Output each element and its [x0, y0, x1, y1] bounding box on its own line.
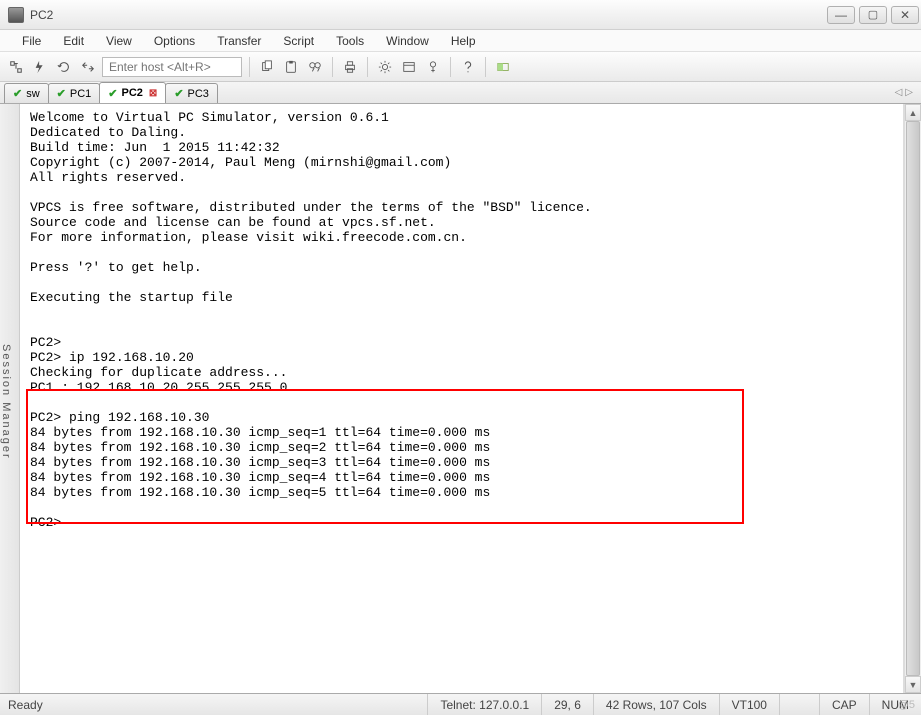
menu-file[interactable]: File — [12, 32, 51, 50]
status-bar: Ready Telnet: 127.0.0.1 29, 6 42 Rows, 1… — [0, 693, 921, 715]
menu-script[interactable]: Script — [273, 32, 324, 50]
minimize-button[interactable]: — — [827, 6, 855, 24]
session-options-icon[interactable] — [399, 57, 419, 77]
window-controls: — ▢ ✕ — [827, 6, 919, 24]
toolbar-separator — [485, 57, 486, 77]
status-caps: CAP — [820, 694, 870, 715]
session-manager-tab[interactable]: Session Manager — [0, 104, 20, 693]
status-emulation: VT100 — [720, 694, 780, 715]
tab-label: PC2 — [122, 87, 143, 99]
terminal-output: Welcome to Virtual PC Simulator, version… — [30, 110, 895, 530]
status-cursor: 29, 6 — [542, 694, 594, 715]
tab-scroll-right-icon[interactable]: ▷ — [905, 87, 913, 98]
tab-label: PC1 — [70, 88, 91, 100]
menu-tools[interactable]: Tools — [326, 32, 374, 50]
menu-help[interactable]: Help — [441, 32, 486, 50]
toggle-icon[interactable] — [493, 57, 513, 77]
toolbar-separator — [332, 57, 333, 77]
paste-icon[interactable] — [281, 57, 301, 77]
find-icon[interactable] — [305, 57, 325, 77]
status-size: 42 Rows, 107 Cols — [594, 694, 720, 715]
status-blank — [780, 694, 820, 715]
toolbar-separator — [367, 57, 368, 77]
close-tab-icon[interactable]: ⊠ — [149, 88, 157, 99]
menu-options[interactable]: Options — [144, 32, 205, 50]
body-area: Session Manager Welcome to Virtual PC Si… — [0, 104, 921, 693]
toolbar — [0, 52, 921, 82]
toolbar-separator — [249, 57, 250, 77]
terminal-pane[interactable]: Welcome to Virtual PC Simulator, version… — [20, 104, 904, 693]
check-icon: ✔ — [57, 87, 66, 100]
check-icon: ✔ — [108, 87, 117, 100]
check-icon: ✔ — [174, 87, 183, 100]
disconnect-icon[interactable] — [78, 57, 98, 77]
help-icon[interactable] — [458, 57, 478, 77]
reconnect-icon[interactable] — [54, 57, 74, 77]
menu-bar: File Edit View Options Transfer Script T… — [0, 30, 921, 52]
scroll-thumb[interactable] — [906, 121, 920, 676]
title-bar: PC2 — ▢ ✕ — [0, 0, 921, 30]
print-icon[interactable] — [340, 57, 360, 77]
menu-edit[interactable]: Edit — [53, 32, 94, 50]
status-num: NUM — [870, 694, 921, 715]
session-tab-sw[interactable]: ✔ sw — [4, 83, 49, 103]
tab-scroll-controls: ◁ ▷ — [895, 82, 913, 103]
scroll-up-icon[interactable]: ▲ — [905, 104, 921, 121]
toolbar-separator — [450, 57, 451, 77]
app-icon — [8, 7, 24, 23]
menu-transfer[interactable]: Transfer — [207, 32, 271, 50]
maximize-button[interactable]: ▢ — [859, 6, 887, 24]
host-input[interactable] — [102, 57, 242, 77]
session-tab-pc1[interactable]: ✔ PC1 — [48, 83, 101, 103]
scroll-track[interactable] — [905, 121, 921, 676]
tab-scroll-left-icon[interactable]: ◁ — [895, 87, 903, 98]
connect-icon[interactable] — [6, 57, 26, 77]
close-button[interactable]: ✕ — [891, 6, 919, 24]
scroll-down-icon[interactable]: ▼ — [905, 676, 921, 693]
session-tab-pc3[interactable]: ✔ PC3 — [165, 83, 218, 103]
tab-label: sw — [26, 88, 39, 100]
menu-window[interactable]: Window — [376, 32, 439, 50]
status-ready: Ready — [0, 694, 428, 715]
tab-label: PC3 — [188, 88, 209, 100]
check-icon: ✔ — [13, 87, 22, 100]
quick-connect-icon[interactable] — [30, 57, 50, 77]
menu-view[interactable]: View — [96, 32, 142, 50]
copy-icon[interactable] — [257, 57, 277, 77]
session-tab-bar: ✔ sw ✔ PC1 ✔ PC2 ⊠ ✔ PC3 ◁ ▷ — [0, 82, 921, 104]
vertical-scrollbar[interactable]: ▲ ▼ — [904, 104, 921, 693]
window-title: PC2 — [30, 8, 827, 22]
keymap-icon[interactable] — [423, 57, 443, 77]
session-tab-pc2[interactable]: ✔ PC2 ⊠ — [99, 82, 166, 103]
settings-icon[interactable] — [375, 57, 395, 77]
status-connection: Telnet: 127.0.0.1 — [428, 694, 542, 715]
